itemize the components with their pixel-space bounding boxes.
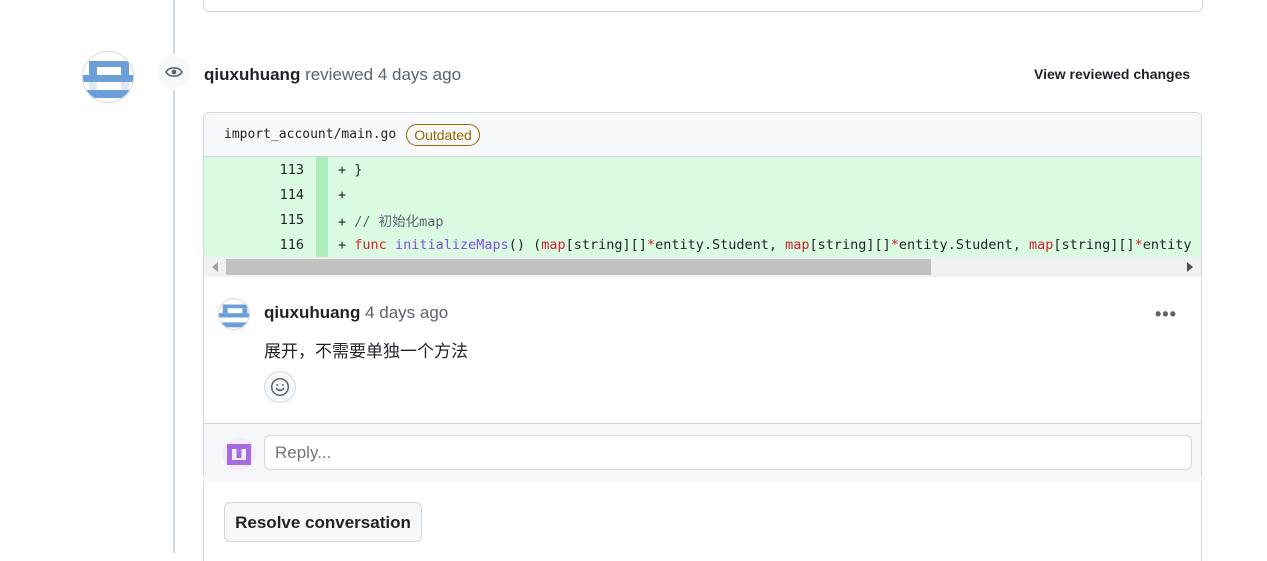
identicon-image xyxy=(83,52,133,102)
comment-time[interactable]: 4 days ago xyxy=(365,303,448,322)
eye-icon xyxy=(156,54,192,90)
kebab-horizontal-icon[interactable]: ••• xyxy=(1155,304,1177,325)
horizontal-scrollbar[interactable] xyxy=(204,257,1201,277)
diff-gutter xyxy=(316,207,328,232)
smiley-icon xyxy=(270,377,290,397)
line-number[interactable]: 116 xyxy=(204,237,316,253)
scrollbar-thumb[interactable] xyxy=(226,259,931,275)
line-number[interactable]: 114 xyxy=(204,187,316,203)
comment-body: 展开，不需要单独一个方法 xyxy=(264,342,468,361)
diff-gutter xyxy=(316,182,328,207)
diff-line: 113 + } xyxy=(204,157,1201,182)
reviewer-avatar[interactable] xyxy=(82,51,134,103)
review-time[interactable]: 4 days ago xyxy=(378,65,461,84)
code-line: + // 初始化map xyxy=(338,213,444,230)
view-reviewed-changes-link[interactable]: View reviewed changes xyxy=(1034,66,1190,82)
line-number[interactable]: 115 xyxy=(204,212,316,228)
file-path[interactable]: import_account/main.go xyxy=(224,127,396,142)
current-user-avatar[interactable] xyxy=(222,437,256,471)
comment-author-name[interactable]: qiuxuhuang xyxy=(264,303,360,322)
scroll-left-icon[interactable] xyxy=(212,262,218,272)
add-reaction-button[interactable] xyxy=(264,371,296,403)
identicon-image xyxy=(222,437,256,471)
resolve-conversation-button[interactable]: Resolve conversation xyxy=(224,502,422,542)
line-number[interactable]: 113 xyxy=(204,162,316,178)
reply-input[interactable] xyxy=(264,435,1192,470)
comment-author-avatar[interactable] xyxy=(218,298,250,330)
diff-view: 113 + } 114 + 115 + // 初始化map 116 + func… xyxy=(204,157,1201,257)
code-line: + } xyxy=(338,161,363,178)
review-action: reviewed xyxy=(305,65,374,84)
previous-timeline-item xyxy=(203,0,1203,12)
diff-gutter xyxy=(316,232,328,257)
diff-line: 115 + // 初始化map xyxy=(204,207,1201,232)
code-line: + func initializeMaps() (map[string][]*e… xyxy=(338,236,1192,253)
diff-line: 114 + xyxy=(204,182,1201,207)
comment-header: qiuxuhuang 4 days ago xyxy=(264,302,448,324)
diff-gutter xyxy=(316,157,328,182)
scroll-right-icon[interactable] xyxy=(1187,262,1193,272)
code-comment: // 初始化map xyxy=(354,213,444,230)
code-line: + xyxy=(338,186,347,203)
diff-line: 116 + func initializeMaps() (map[string]… xyxy=(204,232,1201,257)
reviewer-name[interactable]: qiuxuhuang xyxy=(204,65,300,84)
outdated-badge: Outdated xyxy=(406,123,480,146)
file-header: import_account/main.go Outdated xyxy=(204,113,1201,157)
review-header: qiuxuhuang reviewed 4 days ago xyxy=(204,64,461,86)
